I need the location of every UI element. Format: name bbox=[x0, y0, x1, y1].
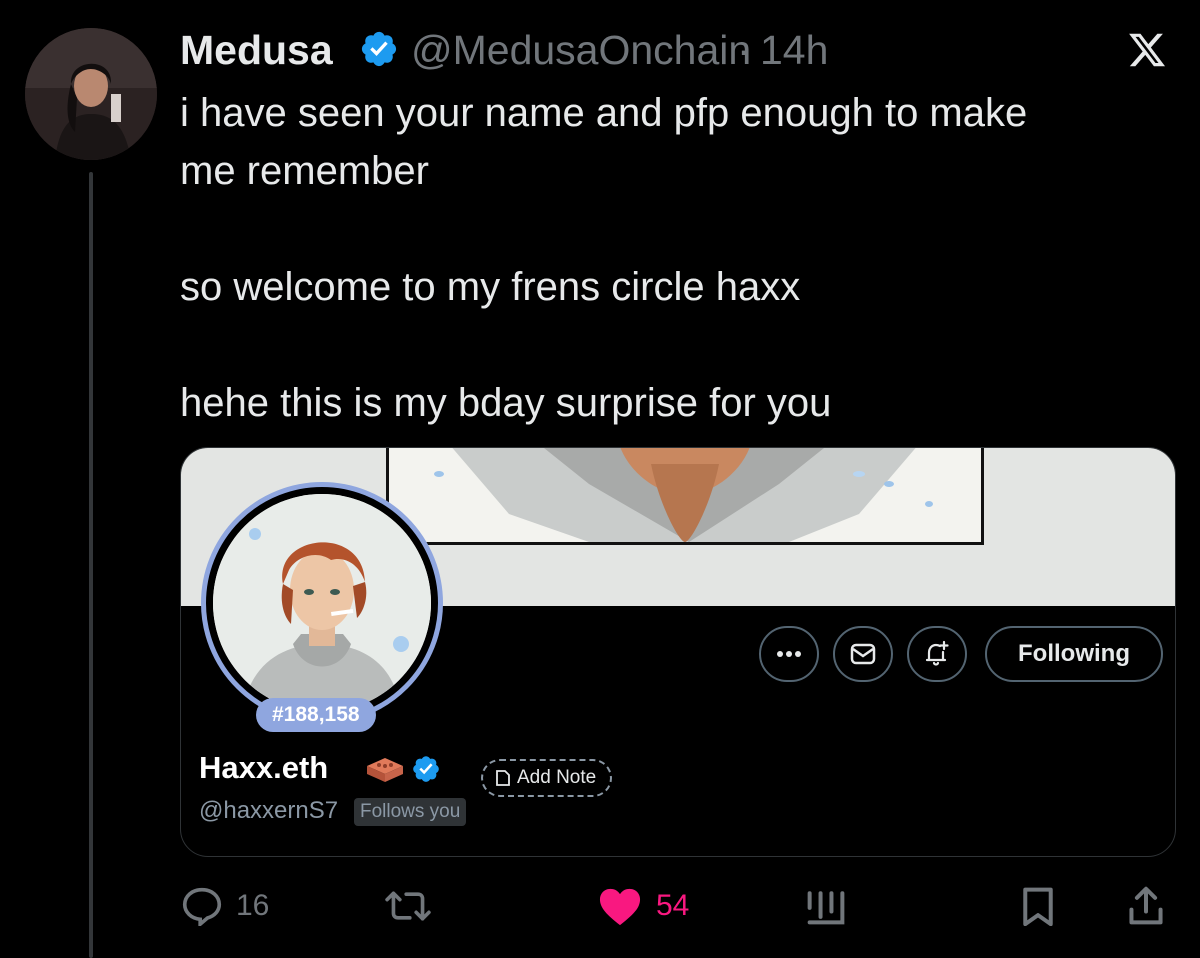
brick-icon bbox=[367, 758, 403, 782]
like-count: 54 bbox=[656, 889, 690, 922]
author-avatar[interactable] bbox=[25, 28, 157, 160]
reply-button[interactable]: 16 bbox=[180, 884, 269, 928]
tweet-line: i have seen your name and pfp enough to … bbox=[180, 91, 1028, 135]
following-button[interactable]: Following bbox=[985, 626, 1163, 682]
tweet-line: so welcome to my frens circle haxx bbox=[180, 265, 801, 309]
message-button[interactable] bbox=[833, 626, 893, 682]
author-handle[interactable]: @MedusaOnchain bbox=[411, 26, 751, 74]
tweet-line: me remember bbox=[180, 149, 429, 193]
tweet-text: i have seen your name and pfp enough to … bbox=[180, 84, 1160, 432]
add-note-label: Add Note bbox=[517, 767, 597, 788]
author-name[interactable]: Medusa bbox=[180, 26, 333, 74]
bookmark-button[interactable] bbox=[1018, 884, 1058, 928]
follows-you-badge: Follows you bbox=[354, 798, 467, 826]
more-button[interactable] bbox=[759, 626, 819, 682]
reply-icon bbox=[182, 887, 222, 926]
views-icon bbox=[807, 891, 845, 925]
like-button[interactable]: 54 bbox=[596, 884, 689, 928]
verified-badge-icon bbox=[361, 31, 397, 67]
share-icon bbox=[1129, 886, 1163, 925]
verified-badge-icon bbox=[413, 756, 439, 782]
profile-name[interactable]: Haxx.eth bbox=[199, 748, 328, 788]
retweet-icon bbox=[385, 891, 431, 921]
note-icon bbox=[496, 770, 510, 786]
profile-handle[interactable]: @haxxernS7 bbox=[199, 794, 338, 828]
rank-badge: #188,158 bbox=[256, 698, 376, 732]
retweet-button[interactable] bbox=[384, 884, 432, 928]
thread-line bbox=[89, 172, 93, 958]
profile-avatar[interactable] bbox=[213, 494, 431, 712]
reply-count: 16 bbox=[236, 889, 270, 922]
banner-artwork bbox=[386, 448, 984, 545]
share-button[interactable] bbox=[1126, 884, 1166, 928]
bookmark-icon bbox=[1023, 887, 1053, 926]
x-logo-icon bbox=[1129, 33, 1166, 67]
tweet-time[interactable]: 14h bbox=[760, 26, 828, 74]
separator-dot: · bbox=[737, 27, 751, 73]
more-icon bbox=[777, 651, 801, 657]
views-button[interactable] bbox=[804, 884, 848, 928]
message-icon bbox=[850, 643, 876, 665]
tweet-line: hehe this is my bday surprise for you bbox=[180, 381, 832, 425]
notification-button[interactable] bbox=[907, 626, 967, 682]
profile-card-image[interactable]: #188,158 Following Haxx.eth Add Note @ha bbox=[180, 447, 1176, 857]
notification-add-icon bbox=[925, 640, 949, 666]
heart-icon bbox=[599, 888, 641, 926]
add-note-button[interactable]: Add Note bbox=[481, 759, 613, 797]
